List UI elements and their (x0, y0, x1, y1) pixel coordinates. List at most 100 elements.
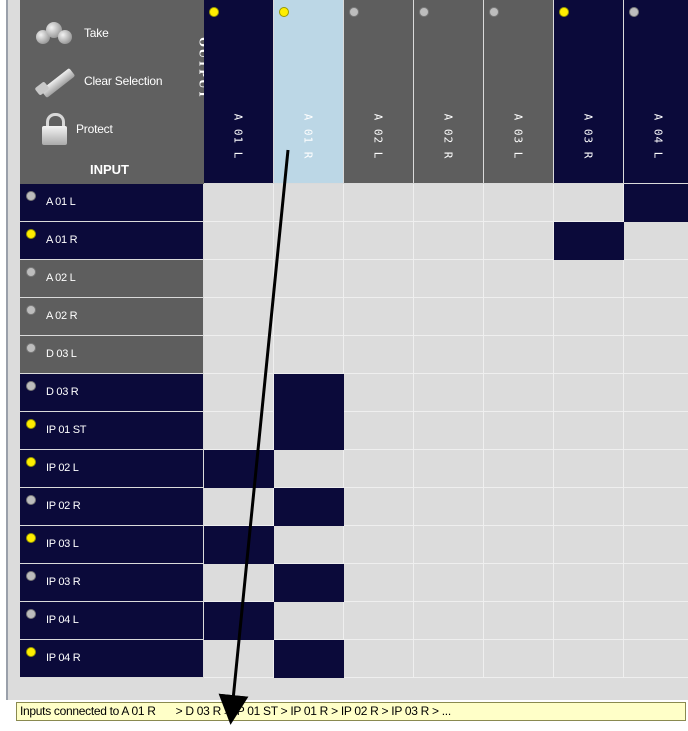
crosspoint-cell-connected[interactable] (274, 374, 344, 412)
crosspoint-cell[interactable] (274, 336, 344, 374)
crosspoint-cell[interactable] (344, 298, 414, 336)
crosspoint-cell[interactable] (554, 488, 624, 526)
crosspoint-cell[interactable] (484, 298, 554, 336)
output-column-header[interactable]: A 02 R (414, 0, 484, 184)
crosspoint-cell-connected[interactable] (274, 412, 344, 450)
crosspoint-cell[interactable] (554, 602, 624, 640)
crosspoint-cell[interactable] (484, 412, 554, 450)
crosspoint-cell[interactable] (554, 184, 624, 222)
crosspoint-cell[interactable] (484, 374, 554, 412)
crosspoint-cell[interactable] (554, 640, 624, 678)
crosspoint-cell[interactable] (484, 564, 554, 602)
crosspoint-cell[interactable] (204, 184, 274, 222)
crosspoint-cell[interactable] (204, 564, 274, 602)
crosspoint-cell[interactable] (204, 374, 274, 412)
crosspoint-cell[interactable] (414, 450, 484, 488)
crosspoint-cell[interactable] (274, 260, 344, 298)
crosspoint-cell[interactable] (624, 336, 688, 374)
crosspoint-cell-connected[interactable] (204, 526, 274, 564)
crosspoint-cell[interactable] (414, 298, 484, 336)
crosspoint-cell[interactable] (624, 564, 688, 602)
input-row-header[interactable]: IP 04 L (20, 602, 204, 640)
crosspoint-cell[interactable] (624, 602, 688, 640)
crosspoint-cell[interactable] (344, 412, 414, 450)
crosspoint-cell[interactable] (624, 260, 688, 298)
crosspoint-cell[interactable] (344, 640, 414, 678)
input-row-header[interactable]: IP 03 R (20, 564, 204, 602)
crosspoint-cell[interactable] (344, 260, 414, 298)
output-column-header[interactable]: A 01 L (204, 0, 274, 184)
input-row-header[interactable]: A 02 L (20, 260, 204, 298)
crosspoint-cell[interactable] (414, 260, 484, 298)
crosspoint-cell[interactable] (484, 640, 554, 678)
crosspoint-cell[interactable] (484, 602, 554, 640)
crosspoint-cell[interactable] (414, 640, 484, 678)
crosspoint-cell[interactable] (344, 336, 414, 374)
protect-button[interactable]: Protect (40, 112, 113, 146)
input-row-header[interactable]: D 03 L (20, 336, 204, 374)
input-row-header[interactable]: IP 03 L (20, 526, 204, 564)
crosspoint-cell[interactable] (414, 602, 484, 640)
crosspoint-cell[interactable] (484, 526, 554, 564)
crosspoint-cell[interactable] (414, 412, 484, 450)
crosspoint-cell[interactable] (624, 298, 688, 336)
crosspoint-cell[interactable] (414, 374, 484, 412)
output-column-header[interactable]: A 01 R (274, 0, 344, 184)
crosspoint-cell[interactable] (204, 222, 274, 260)
crosspoint-cell[interactable] (554, 298, 624, 336)
crosspoint-cell-connected[interactable] (624, 184, 688, 222)
crosspoint-cell[interactable] (344, 374, 414, 412)
crosspoint-cell[interactable] (554, 450, 624, 488)
output-column-header[interactable]: A 02 L (344, 0, 414, 184)
clear-selection-button[interactable]: Clear Selection (34, 66, 163, 99)
crosspoint-cell-connected[interactable] (274, 564, 344, 602)
crosspoint-cell[interactable] (204, 298, 274, 336)
crosspoint-cell[interactable] (204, 412, 274, 450)
output-column-header[interactable]: A 03 L (484, 0, 554, 184)
crosspoint-cell[interactable] (414, 526, 484, 564)
crosspoint-cell[interactable] (274, 450, 344, 488)
crosspoint-cell[interactable] (624, 374, 688, 412)
input-row-header[interactable]: IP 02 L (20, 450, 204, 488)
input-row-header[interactable]: A 02 R (20, 298, 204, 336)
crosspoint-cell[interactable] (484, 222, 554, 260)
input-row-header[interactable]: IP 04 R (20, 640, 204, 678)
crosspoint-cell[interactable] (414, 564, 484, 602)
crosspoint-cell-connected[interactable] (204, 450, 274, 488)
crosspoint-cell[interactable] (344, 526, 414, 564)
crosspoint-cell[interactable] (344, 488, 414, 526)
crosspoint-cell[interactable] (274, 298, 344, 336)
crosspoint-cell[interactable] (204, 640, 274, 678)
crosspoint-cell[interactable] (414, 488, 484, 526)
crosspoint-cell[interactable] (484, 184, 554, 222)
crosspoint-cell[interactable] (344, 564, 414, 602)
crosspoint-cell[interactable] (624, 526, 688, 564)
input-row-header[interactable]: IP 01 ST (20, 412, 204, 450)
output-column-header[interactable]: A 03 R (554, 0, 624, 184)
crosspoint-cell[interactable] (414, 222, 484, 260)
crosspoint-cell[interactable] (414, 184, 484, 222)
crosspoint-cell-connected[interactable] (204, 602, 274, 640)
crosspoint-cell[interactable] (554, 412, 624, 450)
crosspoint-cell[interactable] (344, 450, 414, 488)
crosspoint-cell[interactable] (554, 336, 624, 374)
input-row-header[interactable]: IP 02 R (20, 488, 204, 526)
crosspoint-cell[interactable] (624, 450, 688, 488)
crosspoint-cell[interactable] (274, 184, 344, 222)
crosspoint-cell[interactable] (484, 488, 554, 526)
crosspoint-cell[interactable] (344, 222, 414, 260)
crosspoint-cell-connected[interactable] (274, 640, 344, 678)
crosspoint-cell[interactable] (554, 526, 624, 564)
crosspoint-cell[interactable] (624, 640, 688, 678)
crosspoint-cell[interactable] (274, 602, 344, 640)
crosspoint-cell-connected[interactable] (274, 488, 344, 526)
crosspoint-cell[interactable] (484, 336, 554, 374)
crosspoint-cell[interactable] (554, 260, 624, 298)
crosspoint-cell[interactable] (344, 602, 414, 640)
crosspoint-cell[interactable] (484, 260, 554, 298)
crosspoint-cell[interactable] (274, 222, 344, 260)
crosspoint-cell[interactable] (554, 564, 624, 602)
crosspoint-cell[interactable] (624, 222, 688, 260)
crosspoint-cell[interactable] (204, 260, 274, 298)
crosspoint-cell[interactable] (204, 336, 274, 374)
